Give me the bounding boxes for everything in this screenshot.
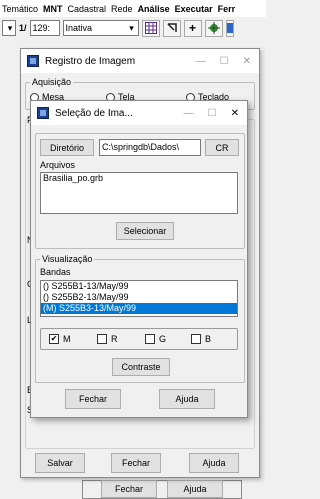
background-window: Fechar Ajuda bbox=[82, 480, 242, 499]
menu-bar: Temático MNT Cadastral Rede Análise Exec… bbox=[0, 0, 266, 17]
bandas-label: Bandas bbox=[40, 267, 71, 277]
menu-executar[interactable]: Executar bbox=[175, 4, 213, 14]
chevron-down-icon: ▾ bbox=[7, 22, 13, 33]
toolbar: ▾ 1/ 129: Inativa ▾ + bbox=[0, 17, 266, 39]
selecao-imagem-dialog: Seleção de Ima... — ☐ ✕ Diretório C:\spr… bbox=[30, 100, 248, 418]
diretorio-button[interactable]: Diretório bbox=[40, 139, 94, 156]
menu-tematico[interactable]: Temático bbox=[2, 4, 38, 14]
minimize-icon[interactable]: — bbox=[196, 56, 206, 67]
behind-fechar-button[interactable]: Fechar bbox=[101, 480, 157, 498]
selecionar-button[interactable]: Selecionar bbox=[116, 222, 174, 240]
path-field[interactable]: C:\springdb\Dados\ bbox=[99, 139, 201, 156]
registro-title: Registro de Imagem bbox=[45, 55, 136, 67]
minimize-icon[interactable]: — bbox=[184, 108, 194, 119]
check-b[interactable]: B bbox=[191, 334, 211, 344]
check-m[interactable]: ✔ M bbox=[49, 334, 71, 344]
close-icon[interactable]: ✕ bbox=[243, 56, 251, 67]
check-g[interactable]: G bbox=[145, 334, 166, 344]
menu-ferramentas[interactable]: Ferr bbox=[218, 4, 236, 14]
list-item[interactable]: () S255B2-13/May/99 bbox=[41, 292, 237, 303]
maximize-icon[interactable]: ☐ bbox=[208, 108, 217, 119]
scale-prefix: 1/ bbox=[19, 23, 27, 33]
menu-analise[interactable]: Análise bbox=[138, 4, 170, 14]
registro-titlebar: Registro de Imagem — ☐ ✕ bbox=[21, 49, 259, 73]
bandas-list[interactable]: () S255B1-13/May/99 () S255B2-13/May/99 … bbox=[40, 280, 238, 317]
spring-app-icon bbox=[27, 55, 39, 67]
maximize-icon[interactable]: ☐ bbox=[220, 56, 229, 67]
list-item[interactable]: (M) S255B3-13/May/99 bbox=[41, 303, 237, 314]
behind-ajuda-button[interactable]: Ajuda bbox=[167, 480, 223, 498]
selecao-ajuda-button[interactable]: Ajuda bbox=[159, 389, 215, 409]
left-dropdown[interactable]: ▾ bbox=[2, 20, 16, 36]
list-item[interactable]: Brasilia_po.grb bbox=[41, 173, 237, 184]
selecao-title: Seleção de Ima... bbox=[55, 107, 133, 119]
list-item[interactable]: () S255B1-13/May/99 bbox=[41, 281, 237, 292]
registro-ajuda-button[interactable]: Ajuda bbox=[189, 453, 239, 473]
color-icon[interactable] bbox=[225, 19, 234, 37]
salvar-button[interactable]: Salvar bbox=[35, 453, 85, 473]
checkmark-icon: ✔ bbox=[50, 334, 58, 343]
pan-icon[interactable] bbox=[204, 19, 223, 37]
check-r[interactable]: R bbox=[97, 334, 118, 344]
close-icon[interactable]: ✕ bbox=[231, 108, 239, 119]
selecao-fechar-button[interactable]: Fechar bbox=[65, 389, 121, 409]
chevron-down-icon: ▾ bbox=[129, 22, 134, 33]
registro-fechar-button[interactable]: Fechar bbox=[111, 453, 161, 473]
arquivos-list[interactable]: Brasilia_po.grb bbox=[40, 172, 238, 214]
contraste-button[interactable]: Contraste bbox=[112, 358, 170, 376]
spring-app-icon bbox=[37, 107, 49, 119]
mode-select[interactable]: Inativa ▾ bbox=[62, 20, 139, 36]
arquivos-label: Arquivos bbox=[40, 160, 76, 170]
channel-checks-group: ✔ M R G B bbox=[40, 328, 238, 350]
visualizacao-group: Visualização Bandas () S255B1-13/May/99 … bbox=[35, 254, 245, 383]
scale-input[interactable]: 129: bbox=[29, 20, 60, 36]
menu-cadastral[interactable]: Cadastral bbox=[68, 4, 107, 14]
menu-rede[interactable]: Rede bbox=[111, 4, 133, 14]
plus-icon[interactable]: + bbox=[183, 19, 202, 37]
selecao-titlebar: Seleção de Ima... — ☐ ✕ bbox=[31, 101, 247, 125]
zoom-window-icon[interactable] bbox=[162, 19, 181, 37]
arquivos-group: Diretório C:\springdb\Dados\ CR Arquivos… bbox=[35, 133, 245, 249]
grid-icon[interactable] bbox=[141, 19, 160, 37]
menu-mnt[interactable]: MNT bbox=[43, 4, 63, 14]
cr-button[interactable]: CR bbox=[205, 139, 239, 156]
